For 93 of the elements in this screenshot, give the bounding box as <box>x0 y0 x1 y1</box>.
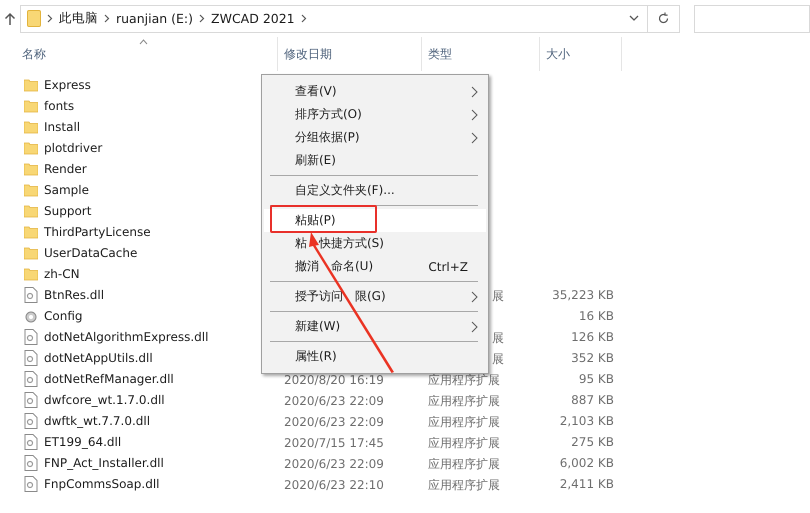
size-cell: 352 KB <box>571 350 614 364</box>
folder-icon <box>24 98 38 112</box>
breadcrumb[interactable]: 此电脑 <box>59 10 98 27</box>
file-name[interactable]: dotNetAppUtils.dll <box>44 350 153 364</box>
folder-icon <box>24 246 38 260</box>
menu-item[interactable]: 粘 快捷方式(S) <box>264 232 486 255</box>
file-name[interactable]: dwftk_wt.7.7.0.dll <box>44 414 150 428</box>
up-arrow-icon[interactable] <box>4 12 16 26</box>
file-name[interactable]: Support <box>44 204 92 218</box>
refresh-icon <box>657 12 670 25</box>
date-cell: 2020/6/23 22:10 <box>284 478 384 492</box>
file-name[interactable]: FNP_Act_Installer.dll <box>44 456 164 470</box>
size-cell: 35,223 KB <box>552 288 614 302</box>
file-name[interactable]: Render <box>44 162 87 176</box>
type-cell: 展 <box>492 330 504 346</box>
file-name[interactable]: fonts <box>44 98 74 112</box>
folder-icon <box>24 162 38 176</box>
file-icon <box>24 350 38 366</box>
size-cell: 2,411 KB <box>560 476 614 490</box>
file-name[interactable]: dwfcore_wt.1.7.0.dll <box>44 392 165 406</box>
type-cell: 展 <box>492 288 504 304</box>
size-cell: 16 KB <box>578 308 614 322</box>
size-cell: 2,103 KB <box>560 414 614 428</box>
menu-item[interactable]: 排序方式(O) <box>264 103 486 126</box>
menu-item[interactable]: 撤消 命名(U) Ctrl+Z <box>264 255 486 278</box>
file-name[interactable]: ThirdPartyLicense <box>44 224 151 238</box>
date-cell: 2020/8/20 16:19 <box>284 373 384 387</box>
folder-icon <box>24 120 38 134</box>
date-cell: 2020/7/15 17:45 <box>284 436 384 450</box>
file-icon <box>24 434 38 450</box>
size-cell: 126 KB <box>571 330 614 344</box>
size-cell: 887 KB <box>571 392 614 406</box>
file-name[interactable]: Config <box>44 308 83 322</box>
menu-item[interactable]: 自定义文件夹(F)... <box>264 179 486 202</box>
date-cell: 2020/6/23 22:09 <box>284 415 384 429</box>
refresh-button[interactable] <box>648 4 680 32</box>
chevron-icon <box>47 14 53 23</box>
chevron-icon <box>199 14 206 23</box>
file-icon <box>24 412 38 428</box>
file-name[interactable]: Express <box>44 78 91 92</box>
file-name[interactable]: ET199_64.dll <box>44 434 122 448</box>
breadcrumb[interactable]: ruanjian (E:) <box>116 11 194 26</box>
date-cell: 2020/6/23 22:09 <box>284 457 384 471</box>
file-name[interactable]: FnpCommsSoap.dll <box>44 476 160 490</box>
column-header[interactable]: 修改日期 <box>278 37 422 71</box>
type-cell: 应用程序扩展 <box>428 414 500 430</box>
type-cell: 应用程序扩展 <box>428 392 500 410</box>
file-name[interactable]: UserDataCache <box>44 246 138 260</box>
file-name[interactable]: BtnRes.dll <box>44 288 104 302</box>
file-name[interactable]: zh-CN <box>44 266 80 280</box>
type-cell: 展 <box>492 350 504 368</box>
size-cell: 275 KB <box>571 434 614 448</box>
chevron-icon <box>300 14 307 23</box>
dropdown-icon[interactable] <box>629 15 639 22</box>
file-name[interactable]: Sample <box>44 182 89 196</box>
file-icon <box>24 454 38 470</box>
menu-item[interactable]: 分组依据(P) <box>264 126 486 149</box>
address-bar[interactable]: 此电脑 ruanjian (E:) ZWCAD 2021 <box>20 4 648 32</box>
type-cell: 应用程序扩展 <box>428 434 500 452</box>
size-cell: 95 KB <box>578 372 614 386</box>
chevron-icon <box>104 14 110 23</box>
file-name[interactable]: Install <box>44 120 80 134</box>
column-header[interactable]: 名称 <box>0 37 278 71</box>
file-name[interactable]: dotNetAlgorithmExpress.dll <box>44 330 208 344</box>
size-cell: 6,002 KB <box>560 456 614 470</box>
type-cell: 应用程序扩展 <box>428 476 500 494</box>
folder-icon <box>24 140 38 154</box>
menu-item[interactable]: 新建(W) <box>264 315 486 338</box>
file-name[interactable]: plotdriver <box>44 140 102 154</box>
folder-icon <box>24 204 38 218</box>
folder-icon <box>24 266 38 280</box>
search-field[interactable] <box>694 4 810 32</box>
file-icon <box>24 370 38 386</box>
breadcrumb[interactable]: ZWCAD 2021 <box>211 11 295 26</box>
type-cell: 应用程序扩展 <box>428 372 500 388</box>
file-icon <box>24 286 38 302</box>
menu-item[interactable]: 授予访问 限(G) <box>264 285 486 308</box>
menu-item[interactable]: 查看(V) <box>264 80 486 103</box>
file-icon <box>24 328 38 344</box>
sort-caret-icon <box>138 39 148 45</box>
file-icon <box>24 476 38 492</box>
column-header[interactable]: 大小 <box>540 37 622 71</box>
menu-item[interactable]: 属性(R) <box>264 345 486 368</box>
folder-icon <box>24 224 38 238</box>
menu-item[interactable]: 刷新(E) <box>264 149 486 172</box>
type-cell: 应用程序扩展 <box>428 456 500 472</box>
file-icon <box>24 392 38 408</box>
folder-icon <box>27 10 41 27</box>
date-cell: 2020/6/23 22:09 <box>284 394 384 408</box>
column-header[interactable]: 类型 <box>422 37 540 71</box>
folder-icon <box>24 78 38 92</box>
file-name[interactable]: dotNetRefManager.dll <box>44 372 174 386</box>
folder-icon <box>24 182 38 196</box>
